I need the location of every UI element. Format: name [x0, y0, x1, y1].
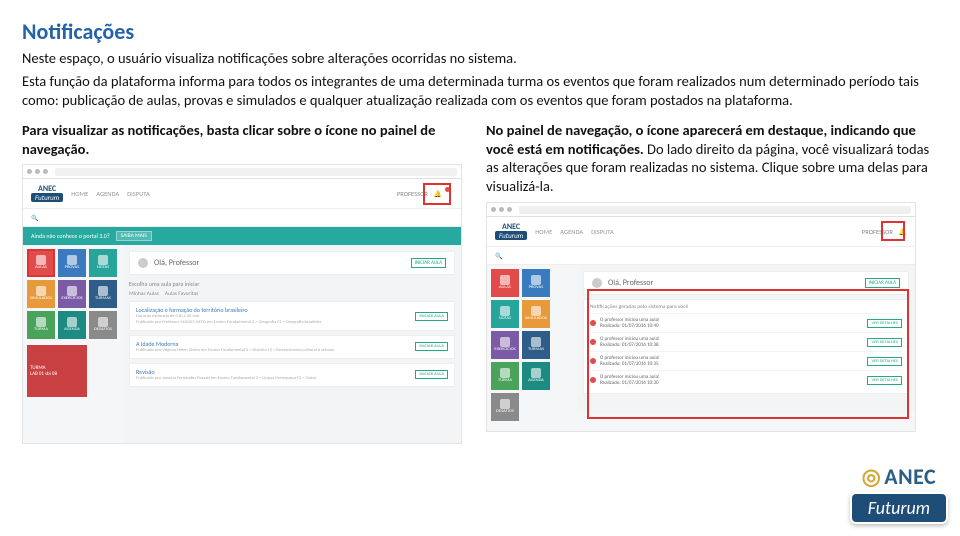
intro-text-1: Neste espaço, o usuário visualiza notifi…: [22, 49, 938, 69]
lesson-2[interactable]: A Idade Moderna Publicado por Virginia H…: [129, 335, 455, 359]
tile-notas[interactable]: NOTAS: [89, 249, 117, 277]
header-start-button[interactable]: INICIAR AULA: [411, 258, 446, 268]
lesson-2-btn[interactable]: INICIAR AULA: [415, 342, 448, 351]
highlight-bell-2: [881, 221, 905, 241]
tab-minhas[interactable]: Minhas Aulas: [129, 291, 159, 297]
tile2-desafios[interactable]: DESAFIOS: [491, 393, 519, 421]
tab-favoritas[interactable]: Aulas Favoritas: [165, 291, 198, 297]
tile2-exerc[interactable]: EXERCÍCIOS: [491, 331, 519, 359]
tile-exerc[interactable]: EXERCÍCIOS: [58, 280, 86, 308]
nav-disputa[interactable]: DISPUTA: [127, 190, 150, 198]
intro-text-2: Esta função da plataforma informa para t…: [22, 72, 938, 111]
tile-turma[interactable]: TURMA: [27, 311, 55, 339]
logo-anec-2: ANEC: [502, 223, 520, 231]
tile2-aulas[interactable]: AULAS: [491, 269, 519, 297]
tile-aulas[interactable]: AULAS: [27, 249, 55, 277]
tile2-notas[interactable]: NOTAS: [491, 300, 519, 328]
highlight-notif-panel: [587, 289, 909, 419]
nav-home[interactable]: HOME: [71, 190, 88, 198]
tile2-agenda[interactable]: AGENDA: [522, 362, 550, 390]
tile2-provas[interactable]: PROVAS: [522, 269, 550, 297]
logo-futurum: Futurum: [31, 193, 63, 202]
tile-provas[interactable]: PROVAS: [58, 249, 86, 277]
lesson-1[interactable]: Localização e formação do território bra…: [129, 301, 455, 331]
page-title: Notificações: [22, 18, 938, 45]
logo-futurum-2: Futurum: [495, 231, 527, 240]
lesson-1-btn[interactable]: INICIAR AULA: [415, 312, 448, 321]
subhead: Escolha uma aula para iniciar: [129, 280, 455, 288]
avatar-icon-2: [592, 278, 602, 288]
header-start-button-2[interactable]: INICIAR AULA: [865, 278, 900, 288]
tile-turmas[interactable]: TURMAS: [89, 280, 117, 308]
tile-agenda[interactable]: AGENDA: [58, 311, 86, 339]
logo-anec: ANEC: [38, 185, 56, 193]
tile-big-turma[interactable]: TURMA LAB 01 sbi 08: [27, 345, 87, 397]
banner-text: Ainda não conhece o portal 3.0?: [31, 232, 110, 240]
tile2-simulados[interactable]: SIMULADOS: [522, 300, 550, 328]
tile2-turmas[interactable]: TURMAS: [522, 331, 550, 359]
search-input-2[interactable]: 🔍: [495, 252, 502, 260]
banner-button[interactable]: SAIBA MAIS: [116, 231, 152, 241]
lesson-3[interactable]: Revisão Publicado por Janaína Fernandes …: [129, 363, 455, 387]
brand-logo: ANEC Futurum: [850, 463, 948, 524]
nav-agenda[interactable]: AGENDA: [96, 190, 119, 198]
tile-simulados[interactable]: SIMULADOS: [27, 280, 55, 308]
search-input[interactable]: 🔍: [31, 214, 38, 222]
right-caption: No painel de navegação, o ícone aparecer…: [486, 121, 938, 196]
tile-desafios[interactable]: DESAFIOS: [89, 311, 117, 339]
tile2-turma[interactable]: TURMA: [491, 362, 519, 390]
screenshot-left: ANEC Futurum HOME AGENDA DISPUTA PROFESS…: [22, 164, 462, 444]
sidebar-2: AULAS PROVAS NOTAS SIMULADOS EXERCÍCIOS …: [487, 265, 577, 413]
greeting: Olá, Professor: [154, 258, 199, 268]
sidebar: AULAS PROVAS NOTAS SIMULADOS EXERCÍCIOS …: [23, 245, 123, 443]
screenshot-right: ANEC Futurum HOME AGENDA DISPUTA PROFESS…: [486, 202, 916, 432]
avatar-icon: [138, 258, 148, 268]
lesson-3-btn[interactable]: INICIAR AULA: [415, 370, 448, 379]
highlight-bell: [423, 183, 451, 205]
left-caption: Para visualizar as notificações, basta c…: [22, 121, 462, 159]
